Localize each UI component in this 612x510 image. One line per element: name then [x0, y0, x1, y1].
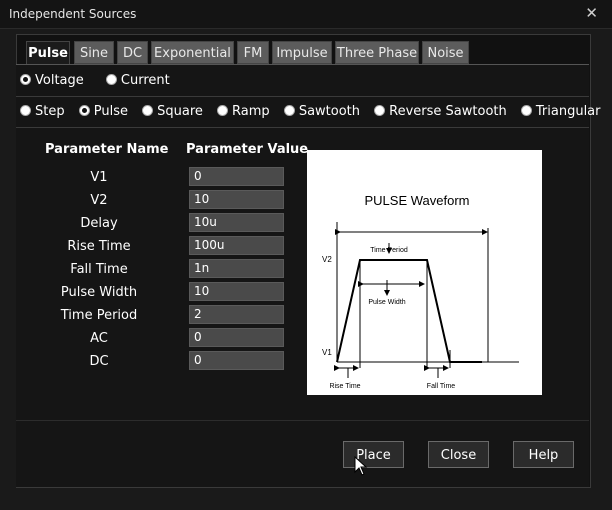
radio-current-indicator[interactable]: [105, 74, 117, 85]
title-bar: Independent Sources ✕: [0, 0, 612, 29]
param-input-fall-time[interactable]: 1n: [189, 259, 284, 278]
close-button[interactable]: Close: [428, 441, 489, 468]
radio-ramp-indicator[interactable]: [217, 105, 229, 116]
param-input-delay[interactable]: 10u: [189, 213, 284, 232]
param-input-time-period[interactable]: 2: [189, 305, 284, 324]
waveform-type-group: Step Pulse Square Ramp Sawtooth Reverse …: [20, 104, 601, 119]
param-label-pulse-width: Pulse Width: [60, 285, 138, 300]
tab-impulse[interactable]: Impulse: [272, 41, 332, 64]
help-button[interactable]: Help: [513, 441, 574, 468]
tab-dc[interactable]: DC: [117, 41, 148, 64]
pulse-waveform-svg: PULSE Waveform Time Period V2 V1 Pulse W…: [322, 193, 519, 390]
parameter-value-header: Parameter Value: [186, 142, 309, 157]
param-label-v2: V2: [90, 193, 108, 208]
diagram-title: PULSE Waveform: [365, 193, 470, 208]
v2-label: V2: [322, 255, 332, 264]
radio-current[interactable]: Current: [105, 73, 170, 88]
radio-voltage-indicator[interactable]: [20, 74, 31, 85]
radio-step-indicator[interactable]: [20, 105, 31, 116]
radio-square-label: Square: [157, 104, 203, 119]
radio-square-indicator[interactable]: [142, 105, 154, 116]
radio-current-label: Current: [120, 73, 170, 88]
radio-sawtooth[interactable]: Sawtooth: [283, 104, 361, 119]
param-input-pulse-width[interactable]: 10: [189, 282, 284, 301]
radio-sawtooth-label: Sawtooth: [298, 104, 361, 119]
param-label-delay: Delay: [80, 216, 118, 231]
v1-label: V1: [322, 348, 332, 357]
param-input-v2[interactable]: 10: [189, 190, 284, 209]
radio-sawtooth-indicator[interactable]: [283, 105, 295, 116]
tab-fm[interactable]: FM: [237, 41, 269, 64]
radio-pulse-label: Pulse: [93, 104, 128, 119]
radio-reverse-sawtooth-label: Reverse Sawtooth: [389, 104, 507, 119]
radio-reverse-sawtooth[interactable]: Reverse Sawtooth: [374, 104, 507, 119]
tab-three-phase[interactable]: Three Phase: [335, 41, 419, 64]
param-label-fall-time: Fall Time: [70, 262, 128, 277]
tab-exponential[interactable]: Exponential: [151, 41, 234, 64]
fall-time-label: Fall Time: [427, 383, 456, 390]
param-label-time-period: Time Period: [60, 308, 138, 323]
parameter-name-header: Parameter Name: [45, 142, 169, 157]
radio-square[interactable]: Square: [142, 104, 203, 119]
param-label-rise-time: Rise Time: [67, 239, 131, 254]
param-input-rise-time[interactable]: 100u: [189, 236, 284, 255]
pulse-waveform-diagram: PULSE Waveform Time Period V2 V1 Pulse W…: [307, 150, 542, 395]
mouse-cursor-icon: [354, 455, 368, 480]
radio-step[interactable]: Step: [20, 104, 65, 119]
divider: [16, 127, 589, 128]
radio-step-label: Step: [35, 104, 65, 119]
radio-ramp[interactable]: Ramp: [217, 104, 270, 119]
radio-pulse-indicator[interactable]: [78, 105, 90, 116]
radio-ramp-label: Ramp: [232, 104, 270, 119]
pulse-waveform-line: [336, 259, 482, 363]
param-label-ac: AC: [90, 331, 108, 346]
param-input-v1[interactable]: 0: [189, 167, 284, 186]
radio-reverse-sawtooth-indicator[interactable]: [374, 105, 386, 116]
source-type-group: Voltage Current: [20, 73, 170, 88]
param-input-dc[interactable]: 0: [189, 351, 284, 370]
radio-pulse[interactable]: Pulse: [78, 104, 128, 119]
radio-triangular-indicator[interactable]: [520, 105, 532, 116]
param-label-v1: V1: [90, 170, 108, 185]
rise-time-label: Rise Time: [329, 383, 360, 390]
radio-voltage-label: Voltage: [35, 73, 84, 88]
tab-noise[interactable]: Noise: [422, 41, 469, 64]
radio-triangular-label: Triangular: [535, 104, 601, 119]
divider: [16, 96, 589, 97]
tab-sine[interactable]: Sine: [74, 41, 114, 64]
param-label-dc: DC: [89, 354, 109, 369]
tab-pulse[interactable]: Pulse: [26, 41, 70, 66]
place-button[interactable]: Place: [343, 441, 404, 468]
window-title: Independent Sources: [9, 7, 137, 21]
param-input-ac[interactable]: 0: [189, 328, 284, 347]
close-icon[interactable]: ✕: [585, 4, 598, 22]
radio-triangular[interactable]: Triangular: [520, 104, 601, 119]
radio-voltage[interactable]: Voltage: [20, 73, 84, 88]
pulse-width-label: Pulse Width: [368, 299, 405, 306]
divider: [16, 420, 589, 421]
